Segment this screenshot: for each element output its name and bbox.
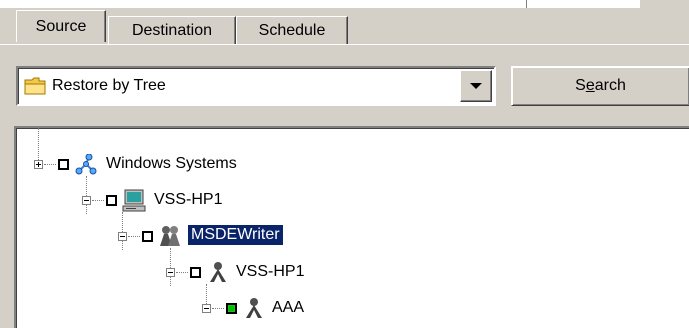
tree-checkbox[interactable] <box>142 231 153 242</box>
tab-destination[interactable]: Destination <box>108 16 236 44</box>
tree-node-label[interactable]: Windows Systems <box>106 155 237 173</box>
chevron-down-icon <box>470 83 482 89</box>
tab-source[interactable]: Source <box>16 10 106 42</box>
tree-line <box>176 272 188 274</box>
tree-line <box>44 164 56 166</box>
tab-schedule-label: Schedule <box>258 21 326 39</box>
search-label-post: arch <box>594 77 626 94</box>
tab-schedule[interactable]: Schedule <box>236 16 348 44</box>
top-strip <box>0 0 689 8</box>
search-button[interactable]: Se arch <box>511 66 689 106</box>
tree-line <box>128 236 140 238</box>
tree-line <box>86 176 88 214</box>
tab-baseline <box>0 44 689 45</box>
expand-toggle[interactable] <box>34 160 43 169</box>
network-icon <box>75 154 97 175</box>
tree-node-label[interactable]: VSS-HP1 <box>236 263 304 281</box>
restore-tree[interactable]: Windows Systems VSS-HP1 MSDEWriter VSS-H… <box>14 126 689 328</box>
tree-checkbox[interactable] <box>58 159 69 170</box>
tree-line <box>92 200 104 202</box>
collapse-toggle[interactable] <box>118 232 127 241</box>
tree-checkbox[interactable] <box>106 195 117 206</box>
tree-line <box>212 308 224 310</box>
collapse-toggle[interactable] <box>82 196 91 205</box>
restore-dialog: Source Destination Schedule Restore by T… <box>0 0 689 328</box>
tree-line <box>170 248 172 286</box>
dropdown-button[interactable] <box>460 70 492 102</box>
tree-node-label[interactable]: AAA <box>272 299 304 317</box>
tree-node-label[interactable]: VSS-HP1 <box>154 191 222 209</box>
tree-checkbox[interactable] <box>190 267 201 278</box>
restore-type-value: Restore by Tree <box>52 77 166 94</box>
search-label-pre: S <box>575 77 586 94</box>
collapse-toggle[interactable] <box>202 304 211 313</box>
restore-type-dropdown[interactable]: Restore by Tree <box>16 66 496 106</box>
tree-line <box>122 212 124 250</box>
tree-line <box>206 284 208 304</box>
tree-node-label[interactable]: MSDEWriter <box>187 224 284 246</box>
tab-destination-label: Destination <box>131 21 213 39</box>
folder-icon <box>24 77 46 95</box>
component-icon <box>210 262 226 282</box>
collapse-toggle[interactable] <box>166 268 175 277</box>
computer-icon <box>122 189 146 212</box>
component-icon <box>246 298 262 318</box>
writer-group-icon <box>160 226 180 246</box>
tree-line <box>38 128 40 164</box>
tab-source-label: Source <box>35 17 87 35</box>
search-label-mnemonic: e <box>585 77 595 94</box>
tree-checkbox-checked[interactable] <box>226 303 237 314</box>
